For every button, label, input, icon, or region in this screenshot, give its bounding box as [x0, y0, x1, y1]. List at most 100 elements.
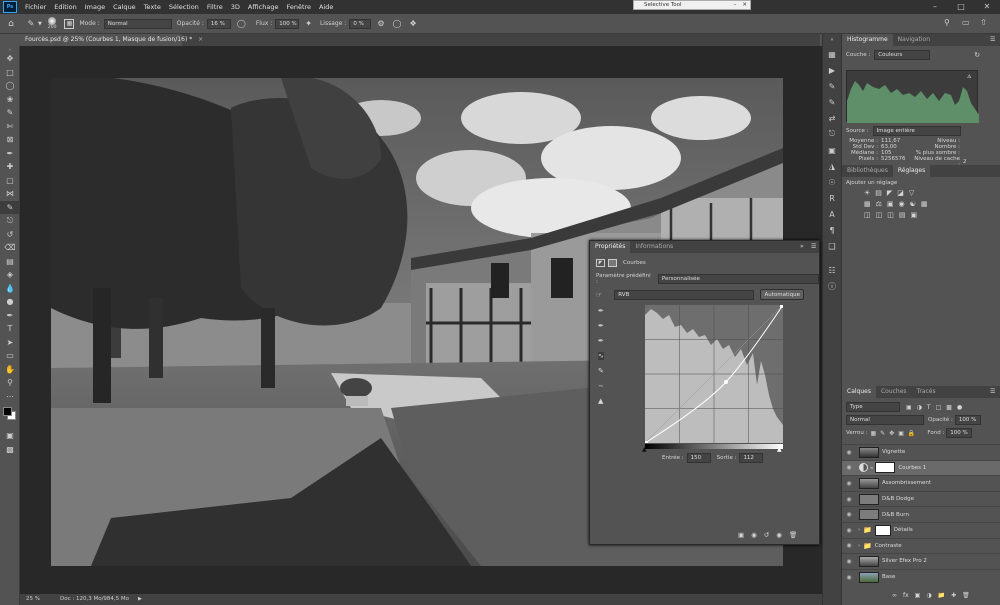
curves-icon[interactable]: ◤: [887, 189, 892, 197]
curve-black-point[interactable]: [645, 441, 648, 444]
mode-select[interactable]: Normal: [103, 18, 172, 29]
close-icon[interactable]: ✕: [739, 2, 750, 8]
menu-filtre[interactable]: Filtre: [203, 3, 227, 11]
curve-control-point[interactable]: [724, 380, 728, 384]
frame-tool-icon[interactable]: ⊠: [0, 133, 20, 147]
foreground-color-swatch[interactable]: [3, 407, 12, 416]
opacity-input[interactable]: 16 %: [206, 18, 231, 29]
minimize-icon[interactable]: –: [922, 0, 948, 14]
document-tab[interactable]: Fourcès.psd @ 25% (Courbes 1, Masque de …: [20, 34, 203, 46]
layer-courbes-1[interactable]: ◉ ∞ Courbes 1: [842, 459, 1000, 476]
menu-affichage[interactable]: Affichage: [244, 3, 283, 11]
visibility-eye-icon[interactable]: ◉: [842, 480, 856, 487]
tab-informations[interactable]: Informations: [630, 241, 678, 253]
marquee-tool-icon[interactable]: □: [0, 66, 20, 80]
tab-proprietes[interactable]: Propriétés: [590, 241, 631, 253]
hand-tool-icon[interactable]: ✋: [0, 363, 20, 377]
posterize-icon[interactable]: ◫: [876, 211, 883, 219]
tab-traces[interactable]: Tracés: [912, 386, 941, 398]
visibility-eye-icon[interactable]: ◉: [842, 511, 856, 518]
output-value[interactable]: 112: [739, 453, 764, 463]
dodge-tool-icon[interactable]: ●: [0, 295, 20, 309]
hue-saturation-icon[interactable]: ▦: [864, 200, 871, 208]
tab-couches[interactable]: Couches: [876, 386, 912, 398]
black-white-icon[interactable]: ▣: [887, 200, 894, 208]
black-slider-handle[interactable]: ▲: [642, 446, 647, 453]
layer-assombrissement[interactable]: ◉ Assombrissement: [842, 475, 1000, 491]
layer-group-contraste[interactable]: ◉ › 📁 Contraste: [842, 537, 1000, 554]
new-group-icon[interactable]: 📁: [938, 592, 945, 599]
color-lookup-icon[interactable]: ▦: [921, 200, 928, 208]
brush-settings-icon[interactable]: ✎: [823, 78, 841, 94]
chevron-down-icon[interactable]: ▼: [38, 21, 42, 27]
home-icon[interactable]: ⌂: [4, 19, 18, 29]
channel-mixer-icon[interactable]: ☯: [910, 200, 916, 208]
tab-calques[interactable]: Calques: [842, 386, 876, 398]
input-value[interactable]: 150: [686, 453, 711, 463]
panel-menu-icon[interactable]: ☰: [811, 243, 816, 250]
pressure-opacity-icon[interactable]: ◯: [237, 19, 246, 28]
color-swatches[interactable]: [0, 403, 20, 429]
view-previous-icon[interactable]: ◉: [751, 531, 757, 539]
channel-select[interactable]: RVB: [614, 289, 755, 300]
invert-icon[interactable]: ◫: [864, 211, 871, 219]
threshold-icon[interactable]: ◫: [887, 211, 894, 219]
visibility-eye-icon[interactable]: ◉: [842, 449, 856, 456]
mask-icon[interactable]: [608, 259, 617, 267]
paint-bucket-icon[interactable]: ◈: [0, 268, 20, 282]
history-brush-icon[interactable]: ↺: [0, 228, 20, 242]
layer-group-details[interactable]: ◉ › 📁 Détails: [842, 521, 1000, 538]
fill-input[interactable]: 100 %: [946, 428, 973, 438]
visibility-eye-icon[interactable]: ◉: [842, 542, 856, 549]
brightness-icon[interactable]: ☀: [864, 189, 870, 197]
flow-input[interactable]: 100 %: [275, 18, 300, 29]
blend-mode-select[interactable]: Normal: [846, 415, 924, 425]
clone-source-icon[interactable]: ⎋: [823, 126, 841, 142]
layer-opacity-input[interactable]: 100 %: [954, 415, 981, 425]
filter-shape-icon[interactable]: □: [936, 404, 942, 411]
close-tab-icon[interactable]: ×: [198, 36, 203, 43]
curve-white-point[interactable]: [780, 305, 783, 308]
filter-adjustment-icon[interactable]: ◑: [917, 404, 922, 411]
history-icon[interactable]: ▦: [823, 46, 841, 62]
lock-transparency-icon[interactable]: ▦: [870, 430, 876, 437]
workspace-icon[interactable]: ▭: [962, 18, 970, 27]
actions-icon[interactable]: ▶: [823, 62, 841, 78]
white-point-eyedropper-icon[interactable]: ✒: [598, 337, 604, 345]
collapse-icon[interactable]: «: [823, 34, 841, 46]
reset-icon[interactable]: ↺: [764, 531, 769, 539]
smooth-curve-icon[interactable]: ∼: [598, 382, 604, 390]
vibrance-icon[interactable]: ▽: [909, 189, 914, 197]
filter-pixel-icon[interactable]: ▣: [906, 404, 912, 411]
3d-icon[interactable]: ❑: [823, 238, 841, 254]
gray-point-eyedropper-icon[interactable]: ✒: [598, 322, 604, 330]
layer-mask-thumbnail[interactable]: [874, 524, 891, 536]
histogram-channel-select[interactable]: Couleurs: [874, 50, 931, 60]
path-selection-icon[interactable]: ➤: [0, 336, 20, 350]
new-layer-icon[interactable]: ✚: [951, 592, 956, 599]
lightbulb-icon[interactable]: ☉: [823, 174, 841, 190]
lock-all-icon[interactable]: 🔒: [908, 430, 915, 437]
shape-tool-icon[interactable]: ▭: [0, 349, 20, 363]
menu-3d[interactable]: 3D: [227, 3, 244, 11]
menu-fenetre[interactable]: Fenêtre: [282, 3, 315, 11]
brush-settings-icon[interactable]: ▦: [64, 18, 75, 29]
histogram-source-select[interactable]: Image entière: [872, 126, 961, 136]
blur-tool-icon[interactable]: 💧: [0, 282, 20, 296]
exposure-icon[interactable]: ◪: [897, 189, 904, 197]
pressure-size-icon[interactable]: ◯: [393, 19, 402, 28]
more-tools-icon[interactable]: ⋯: [0, 390, 20, 404]
trash-icon[interactable]: 🗑: [789, 531, 797, 539]
symmetry-icon[interactable]: ❖: [409, 19, 416, 28]
character-icon[interactable]: A: [823, 206, 841, 222]
close-icon[interactable]: ✕: [974, 0, 1000, 14]
layer-db-dodge[interactable]: ◉ D&B Dodge: [842, 490, 1000, 507]
eraser-tool-icon[interactable]: ⌫: [0, 241, 20, 255]
menu-texte[interactable]: Texte: [140, 3, 165, 11]
curves-adjustment-icon[interactable]: ◤: [596, 259, 605, 267]
panel-menu-icon[interactable]: ☰: [990, 36, 995, 43]
tab-bibliotheques[interactable]: Bibliothèques: [842, 165, 893, 177]
curves-graph[interactable]: [644, 304, 784, 444]
document-size[interactable]: Doc : 120,3 Mo/984,5 Mo: [60, 594, 129, 605]
paragraph-icon[interactable]: ¶: [823, 222, 841, 238]
